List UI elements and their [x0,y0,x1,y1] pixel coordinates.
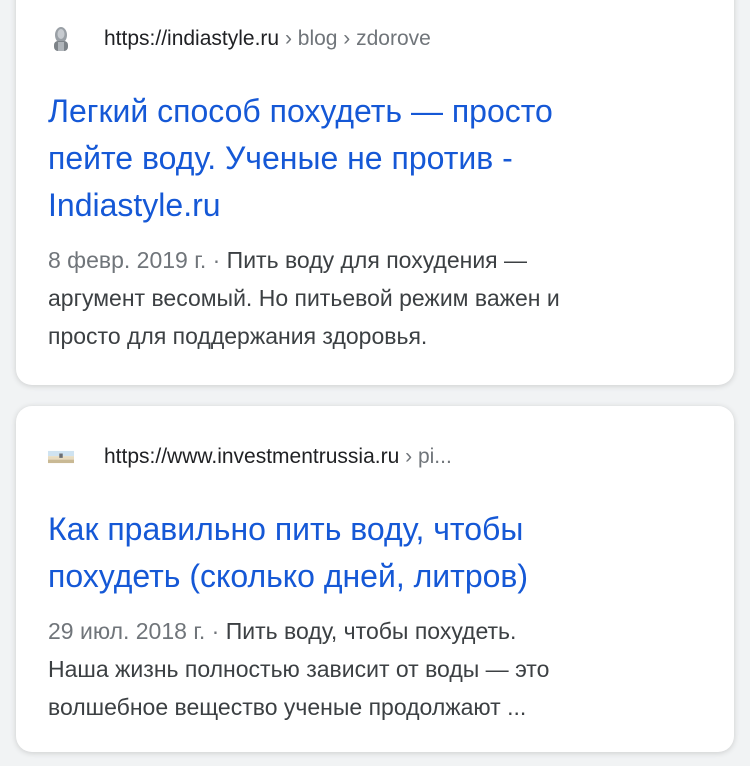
result-title-link[interactable]: Легкий способ похудеть — просто пейте во… [48,88,702,229]
result-snippet: 29 июл. 2018 г. · Пить воду, чтобы похуд… [48,612,702,726]
snippet-text: Пить воду для похудения — [226,247,528,273]
result-card: https://www.investmentrussia.ru › pi... … [16,406,734,752]
title-line: Легкий способ похудеть — просто [48,93,553,129]
snippet-line-1: 8 февр. 2019 г. · Пить воду для похудени… [48,241,702,279]
snippet-line: волшебное вещество ученые продолжают ... [48,694,527,720]
snippet-line: аргумент весомый. Но питьевой режим важе… [48,285,560,311]
snippet-line: просто для поддержания здоровья. [48,323,428,349]
snippet-line-1: 29 июл. 2018 г. · Пить воду, чтобы похуд… [48,612,702,650]
result-date: 8 февр. 2019 г. [48,247,207,273]
breadcrumb-text: › blog › zdorove [284,27,431,50]
result-url: https://www.investmentrussia.ru [104,445,400,468]
breadcrumb-text: › pi... [405,445,452,468]
result-source[interactable]: https://www.investmentrussia.ru › pi... [48,437,702,477]
title-line: похудеть (сколько дней, литров) [48,558,529,594]
date-separator: · [205,618,226,644]
title-line: пейте воду. Ученые не против - [48,140,513,176]
result-url: https://indiastyle.ru [104,27,280,50]
date-separator: · [206,247,227,273]
snippet-text: Пить воду, чтобы похудеть. [225,618,517,644]
result-card: https://indiastyle.ru › blog › zdorove Л… [16,0,734,385]
result-title-link[interactable]: Как правильно пить воду, чтобы похудеть … [48,506,702,600]
snippet-line: Наша жизнь полностью зависит от воды — э… [48,656,550,682]
result-snippet: 8 февр. 2019 г. · Пить воду для похудени… [48,241,702,355]
landscape-icon [48,444,74,470]
result-breadcrumb: › blog › zdorove [279,27,431,51]
result-date: 29 июл. 2018 г. [48,618,206,644]
title-line: Как правильно пить воду, чтобы [48,511,524,547]
result-breadcrumb: › pi... [399,445,452,469]
search-results: https://indiastyle.ru › blog › zdorove Л… [0,0,750,766]
result-source[interactable]: https://indiastyle.ru › blog › zdorove [48,19,702,59]
title-line: Indiastyle.ru [48,187,221,223]
buddha-statue-icon [48,26,74,52]
